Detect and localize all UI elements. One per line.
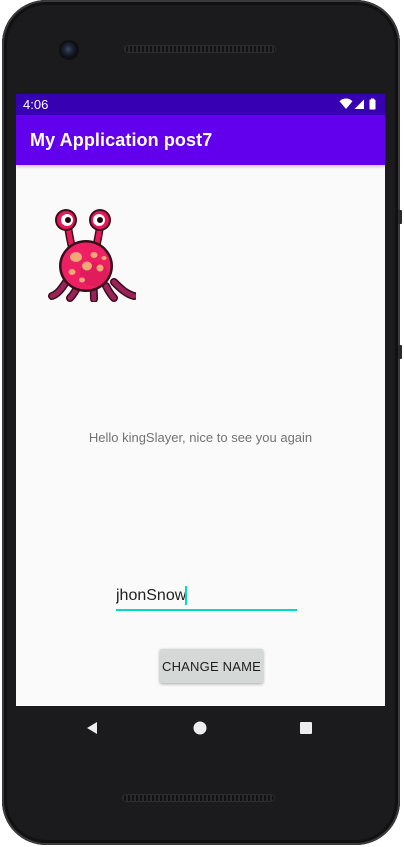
app-title: My Application post7 xyxy=(30,130,213,150)
recents-button[interactable] xyxy=(296,718,316,738)
text-cursor xyxy=(185,586,187,605)
change-name-button[interactable]: CHANGE NAME xyxy=(160,649,263,683)
home-icon xyxy=(193,721,207,735)
status-icons xyxy=(339,98,376,110)
power-button xyxy=(398,345,402,359)
back-button[interactable] xyxy=(82,718,102,738)
recents-icon xyxy=(300,722,312,734)
home-button[interactable] xyxy=(190,718,210,738)
battery-icon xyxy=(369,98,376,110)
back-icon xyxy=(87,722,97,734)
front-camera xyxy=(61,42,77,58)
monster-icon xyxy=(48,209,136,302)
status-time: 4:06 xyxy=(23,97,49,112)
greeting-text: Hello kingSlayer, nice to see you again xyxy=(88,430,313,445)
app-screen: 4:06 My Application post7 Hello kingSlay… xyxy=(16,94,385,706)
name-input[interactable] xyxy=(116,583,297,611)
status-bar: 4:06 xyxy=(16,94,385,115)
wifi-icon xyxy=(339,98,353,109)
app-toolbar: My Application post7 xyxy=(16,115,385,165)
volume-button xyxy=(398,210,402,224)
bottom-speaker xyxy=(122,794,275,802)
top-speaker xyxy=(124,45,276,53)
cell-signal-icon xyxy=(354,99,364,109)
phone-frame: 4:06 My Application post7 Hello kingSlay… xyxy=(0,0,404,847)
navigation-bar xyxy=(16,706,385,750)
